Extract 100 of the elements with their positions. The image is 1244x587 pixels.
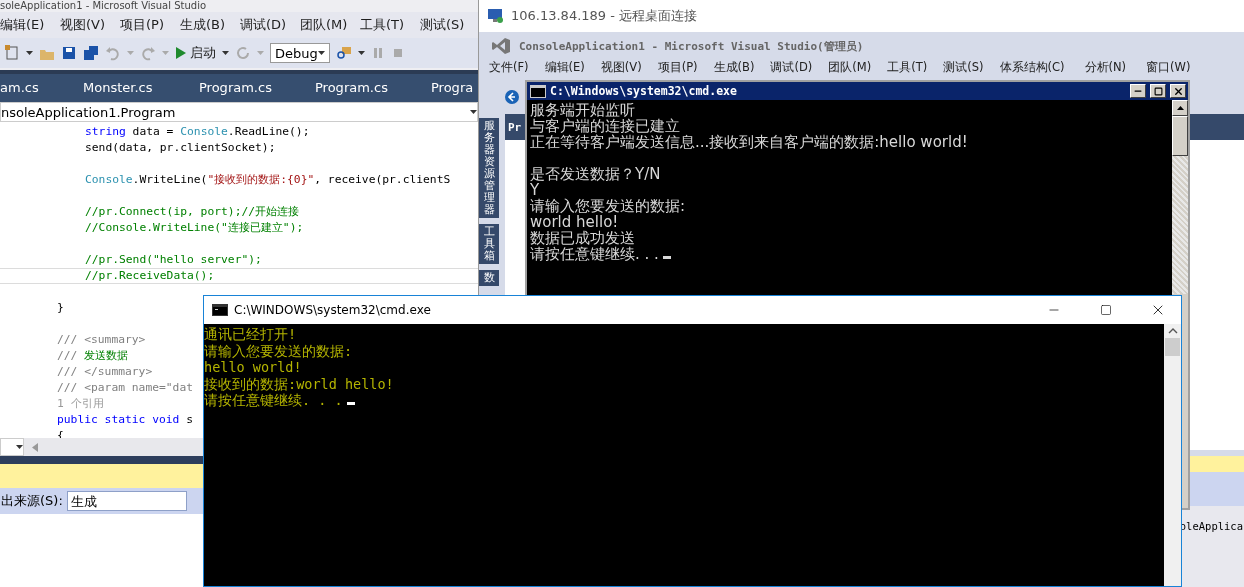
caret-icon	[318, 51, 325, 55]
menu-item[interactable]: 项目(P)	[657, 60, 698, 74]
console-line: 请按任意键继续. . .	[530, 245, 659, 263]
code-line: //pr.ReceiveData();	[85, 269, 215, 282]
console-line: hello world!	[204, 359, 302, 375]
reference-count: 1 个引用	[57, 397, 104, 410]
caret-icon	[162, 51, 169, 55]
menu-item[interactable]: 视图(V)	[600, 60, 642, 74]
scrollbar-thumb[interactable]	[1172, 116, 1188, 156]
menu-item[interactable]: 文件(F)	[489, 60, 529, 74]
start-button[interactable]: 启动	[175, 44, 216, 62]
side-panel-tab[interactable]: 数	[479, 270, 499, 286]
maximize-icon	[1153, 86, 1163, 96]
menu-item[interactable]: 编辑(E)	[0, 14, 60, 36]
code-line: /// </summary>	[57, 365, 153, 378]
caret-icon	[358, 51, 365, 55]
console-line: 请按任意键继续. . .	[204, 392, 343, 408]
document-tab[interactable]: Program.cs	[199, 77, 315, 99]
code-line: public static void s	[57, 413, 194, 426]
console-line: 正在等待客户端发送信息...接收到来自客户端的数据:hello world!	[530, 133, 968, 151]
console-line: Y	[530, 181, 540, 199]
menu-item[interactable]: 工具(T)	[360, 14, 420, 36]
play-icon	[175, 46, 187, 60]
console-icon	[530, 84, 546, 98]
new-project-icon[interactable]	[4, 45, 20, 61]
console-line: 请输入您要发送的数据:	[204, 342, 353, 359]
code-line: /// <summary>	[57, 333, 146, 346]
code-line: /// <param name="dat	[57, 381, 194, 394]
menu-item[interactable]: 调试(D)	[240, 14, 300, 36]
save-icon[interactable]	[61, 45, 77, 61]
console-line: 请输入您要发送的数据:	[530, 197, 686, 215]
code-line: send(data, pr.clientSocket);	[85, 141, 276, 154]
menu-item[interactable]: 生成(B)	[180, 14, 240, 36]
menu-item[interactable]: 编辑(E)	[544, 60, 585, 74]
menu-item[interactable]: 生成(B)	[713, 60, 755, 74]
console-line: 数据已成功发送	[530, 229, 635, 247]
console-icon	[212, 304, 228, 316]
configuration-dropdown[interactable]: Debug	[270, 43, 330, 63]
side-panel-tab[interactable]: 服务器资源管理器	[479, 118, 499, 218]
menu-item[interactable]: 调试(D)	[770, 60, 813, 74]
document-tab[interactable]: Program.cs	[315, 77, 431, 99]
menu-item[interactable]: 分析(N)	[1084, 60, 1127, 74]
code-line: //pr.Send("hello server");	[85, 253, 262, 266]
code-line: //Console.WriteLine("连接已建立");	[85, 221, 304, 234]
scrollbar-thumb[interactable]	[1165, 338, 1180, 356]
console-line: 接收到的数据:world hello!	[204, 375, 394, 392]
code-line: string data = Console.ReadLine();	[85, 125, 310, 138]
window-title: 106.13.84.189 - 远程桌面连接	[511, 7, 698, 25]
output-source-label: 出来源(S):	[1, 492, 63, 510]
menu-item[interactable]: 工具(T)	[887, 60, 928, 74]
console-line: world hello!	[530, 213, 619, 231]
output-text: oleApplica	[1179, 520, 1243, 532]
minimize-button[interactable]	[1130, 84, 1146, 98]
close-button[interactable]	[1170, 84, 1186, 98]
maximize-button[interactable]	[1150, 84, 1166, 98]
close-icon	[1172, 85, 1184, 97]
code-line: Console.WriteLine("接收到的数据:{0}", receive(pr.clientS	[85, 173, 451, 186]
caret-icon	[16, 445, 23, 449]
menu-item[interactable]: 测试(S)	[943, 60, 984, 74]
app-title: ConsoleApplication1 - Microsoft Visual Studio(管理员)	[519, 38, 864, 54]
text-cursor	[346, 402, 355, 405]
code-line: //pr.Connect(ip, port);//开始连接	[85, 205, 300, 218]
side-panel-tab[interactable]: 工具箱	[479, 224, 499, 264]
output-source-dropdown[interactable]: 生成	[66, 491, 187, 511]
menu-item[interactable]: 体系结构(C)	[999, 60, 1065, 74]
document-tab[interactable]: Pr	[508, 120, 522, 134]
back-arrow-icon[interactable]	[505, 90, 519, 104]
menu-item[interactable]: 团队(M)	[300, 14, 360, 36]
up-arrow-icon	[1176, 106, 1184, 110]
caret-icon	[470, 110, 477, 114]
save-all-icon[interactable]	[83, 45, 99, 61]
document-tab[interactable]: Progra	[431, 77, 474, 99]
console-line: 与客户端的连接已建立	[530, 117, 680, 135]
navigation-dropdown[interactable]: nsoleApplication1.Program	[0, 102, 478, 122]
scroll-left-icon[interactable]	[32, 442, 38, 452]
caret-icon	[127, 51, 134, 55]
visual-studio-logo-icon	[491, 37, 511, 55]
window-title: C:\WINDOWS\system32\cmd.exe	[234, 303, 432, 317]
zoom-dropdown[interactable]	[0, 438, 24, 456]
document-tab[interactable]: am.cs	[0, 77, 83, 99]
caret-icon	[26, 51, 33, 55]
console-line: 是否发送数据？Y/N	[530, 165, 661, 183]
menu-item[interactable]: 团队(M)	[828, 60, 872, 74]
menu-item[interactable]: 窗口(W)	[1146, 60, 1191, 74]
console-line: 服务端开始监听	[530, 101, 635, 119]
menu-item[interactable]: 测试(S)	[420, 14, 480, 36]
caret-icon	[222, 51, 229, 55]
remote-desktop-icon	[487, 8, 505, 24]
find-icon[interactable]	[336, 45, 352, 61]
code-line: }	[57, 301, 64, 314]
menu-item[interactable]: 项目(P)	[120, 14, 180, 36]
scroll-up-button[interactable]	[1172, 100, 1188, 116]
maximize-icon	[1100, 304, 1112, 316]
text-cursor	[662, 256, 671, 259]
caret-icon	[257, 51, 264, 55]
console-line: 通讯已经打开!	[204, 326, 297, 342]
menu-item[interactable]: 视图(V)	[60, 14, 120, 36]
document-tab[interactable]: Monster.cs	[83, 77, 199, 99]
window-title: C:\Windows\system32\cmd.exe	[550, 84, 738, 98]
window-title: soleApplication1 - Microsoft Visual Studio	[0, 0, 207, 12]
